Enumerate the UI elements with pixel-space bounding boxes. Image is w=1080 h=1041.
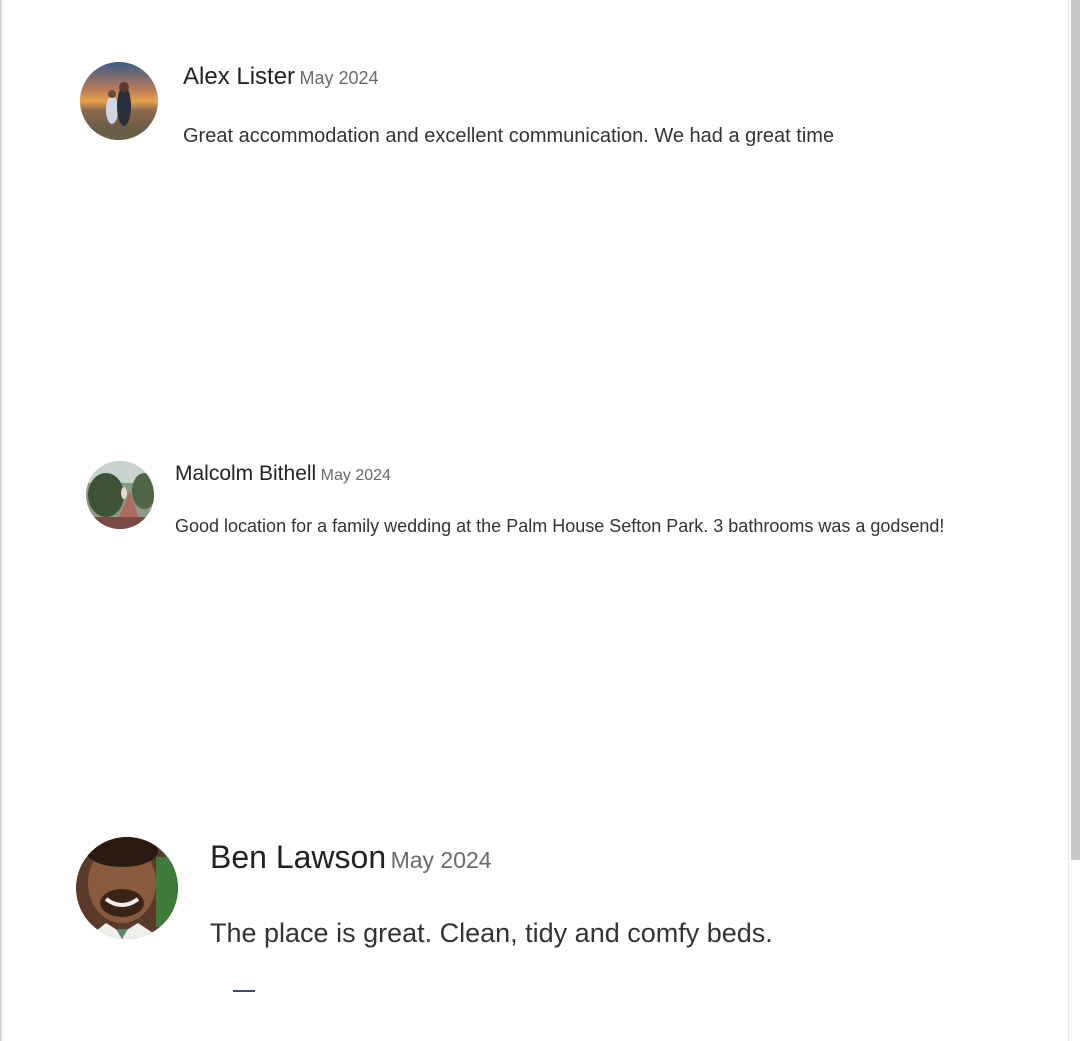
review-date: May 2024 (390, 847, 492, 873)
reviewer-name[interactable]: Malcolm Bithell (175, 462, 316, 485)
user-avatar-photo-icon (76, 837, 178, 939)
reviewer-name[interactable]: Alex Lister (183, 63, 295, 90)
scrollbar-thumb[interactable] (1071, 0, 1080, 860)
review-header: Ben Lawson May 2024 (210, 839, 492, 876)
reviewer-avatar[interactable] (76, 837, 178, 939)
reviewer-name[interactable]: Ben Lawson (210, 839, 386, 875)
review-date: May 2024 (320, 467, 391, 484)
review-text: Good location for a family wedding at th… (175, 516, 945, 536)
review-text: The place is great. Clean, tidy and comf… (210, 918, 773, 948)
text-cursor-mark (233, 990, 255, 992)
review-text: Great accommodation and excellent commun… (183, 125, 835, 147)
user-avatar-photo-icon (80, 62, 158, 140)
user-avatar-photo-icon (86, 461, 154, 529)
reviewer-avatar[interactable] (80, 62, 158, 140)
review-header: Alex Lister May 2024 (183, 63, 379, 91)
review-header: Malcolm Bithell May 2024 (175, 462, 391, 486)
page-left-border (0, 0, 2, 1041)
review-date: May 2024 (299, 68, 379, 88)
reviewer-avatar[interactable] (86, 461, 154, 529)
